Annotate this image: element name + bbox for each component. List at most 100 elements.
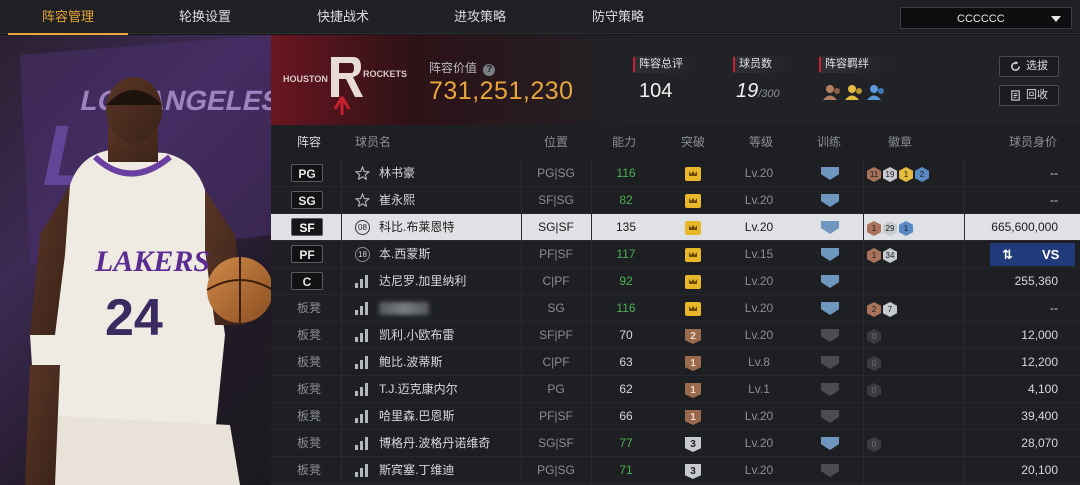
player-illustration: LOS ANGELES LAKERS LA LAKERS 24: [20, 35, 271, 485]
badge-list[interactable]: 27: [867, 301, 899, 317]
training-icon[interactable]: [821, 167, 839, 180]
signal-bars-icon: [355, 302, 369, 315]
player-name[interactable]: 崔永熙: [379, 187, 415, 214]
crown-icon: [685, 275, 701, 289]
position-slot-badge[interactable]: PF: [291, 245, 323, 263]
col-level[interactable]: 等级: [749, 125, 773, 159]
tab-offense-strategy[interactable]: 进攻策略: [420, 0, 540, 34]
player-name[interactable]: T.J.迈克康内尔: [379, 376, 458, 403]
player-name[interactable]: 本.西蒙斯: [379, 241, 430, 268]
player-level: Lv.20: [744, 463, 774, 477]
player-name[interactable]: 达尼罗.加里纳利: [379, 268, 466, 295]
col-lineup[interactable]: 阵容: [297, 125, 321, 159]
table-row[interactable]: 板凳 凯利.小欧布雷 SF|PF 70 2 Lv.20 0 12,000: [271, 322, 1080, 349]
training-icon[interactable]: [821, 275, 839, 288]
position-slot-badge[interactable]: C: [291, 272, 323, 290]
synergy-blue-icon: [867, 85, 884, 100]
player-position: SF|SG: [538, 193, 574, 207]
vs-label: VS: [1042, 247, 1060, 262]
table-row[interactable]: 板凳 博格丹.波格丹诺维奇 SG|SF 77 3 Lv.20 0 28,070: [271, 430, 1080, 457]
signal-bars-icon: [355, 329, 369, 342]
training-icon[interactable]: [821, 194, 839, 207]
crown-icon: [685, 221, 701, 235]
table-row[interactable]: PG 林书豪 PG|SG 116 Lv.20 11 19 1 2 --: [271, 160, 1080, 187]
badge-icon: 2: [915, 167, 929, 182]
badge-list[interactable]: 11 19 1 2: [867, 166, 931, 182]
help-icon[interactable]: ?: [483, 64, 496, 76]
badge-list[interactable]: 0: [867, 382, 883, 398]
player-position: PG|SG: [537, 166, 575, 180]
tab-rotation-settings[interactable]: 轮换设置: [145, 0, 265, 34]
team-summary-header: HOUSTON ROCKETS 阵容价值 ? 731,251,230 阵容总评 …: [271, 35, 1080, 125]
player-ability: 117: [616, 247, 636, 261]
table-row[interactable]: 板凳 斯宾塞.丁维迪 PG|SG 71 3 Lv.20 20,100: [271, 457, 1080, 484]
player-name[interactable]: 凯利.小欧布雷: [379, 322, 454, 349]
compare-vs-button[interactable]: ⇅ VS: [990, 243, 1075, 266]
player-position: C|PF: [542, 355, 570, 369]
player-name[interactable]: 博格丹.波格丹诺维奇: [379, 430, 490, 457]
draft-button[interactable]: 选拔: [999, 56, 1059, 77]
badge-list[interactable]: 0: [867, 436, 883, 452]
player-ability: 116: [616, 166, 636, 180]
user-select-value: CCCCCC: [957, 13, 1005, 25]
col-badges[interactable]: 徽章: [888, 125, 912, 159]
player-level: Lv.20: [744, 220, 774, 234]
badge-list[interactable]: 1 34: [867, 247, 899, 263]
table-row[interactable]: 板凳 T.J.迈克康内尔 PG 62 1 Lv.1 0 4,100: [271, 376, 1080, 403]
table-row[interactable]: PF18本.西蒙斯PF|SF117Lv.151340⇅VS: [271, 241, 1080, 268]
position-slot-badge[interactable]: SG: [291, 191, 323, 209]
table-row[interactable]: SF 08 科比.布莱恩特 SG|SF 135 Lv.20 1 29 1 665,600,000: [271, 214, 1080, 241]
bench-label: 板凳: [297, 409, 322, 423]
stat-value-player-count: 19: [736, 80, 759, 102]
tab-defense-strategy[interactable]: 防守策略: [558, 0, 678, 34]
logo-left-text: HOUSTON: [283, 74, 328, 84]
training-icon[interactable]: [821, 410, 839, 423]
recycle-button[interactable]: 回收: [999, 85, 1059, 106]
player-name[interactable]: 科比.布莱恩特: [379, 214, 454, 241]
training-icon[interactable]: [821, 329, 839, 342]
player-name-redacted: [379, 302, 429, 315]
badge-list[interactable]: 0: [867, 328, 883, 344]
col-player-name[interactable]: 球员名: [355, 125, 391, 159]
training-icon[interactable]: [821, 464, 839, 477]
table-row[interactable]: 板凳 SG 116 Lv.20 2 7 --: [271, 295, 1080, 322]
training-icon[interactable]: [821, 437, 839, 450]
badge-icon: 19: [883, 167, 897, 182]
table-row[interactable]: 板凳 鲍比.波蒂斯 C|PF 63 1 Lv.8 0 12,200: [271, 349, 1080, 376]
training-icon[interactable]: [821, 356, 839, 369]
col-position[interactable]: 位置: [544, 125, 568, 159]
col-breakthrough[interactable]: 突破: [681, 125, 705, 159]
table-row[interactable]: C 达尼罗.加里纳利 C|PF 92 Lv.20 255,360: [271, 268, 1080, 295]
position-slot-badge[interactable]: SF: [291, 218, 323, 236]
logo-right-text: ROCKETS: [363, 69, 407, 79]
training-icon[interactable]: [821, 302, 839, 315]
player-name[interactable]: 林书豪: [379, 160, 415, 187]
player-level: Lv.8: [748, 355, 770, 369]
user-select-dropdown[interactable]: CCCCCC: [900, 7, 1072, 29]
breakthrough-badge: 1: [685, 356, 701, 371]
tab-lineup-management[interactable]: 阵容管理: [8, 0, 128, 35]
crown-icon: [685, 194, 701, 208]
stat-label-synergy: 阵容羁绊: [819, 56, 895, 73]
training-icon[interactable]: [821, 383, 839, 396]
signal-bars-icon: [355, 275, 369, 288]
player-name[interactable]: 哈里森.巴恩斯: [379, 403, 454, 430]
synergy-bronze-icon: [823, 85, 840, 100]
player-name[interactable]: 鲍比.波蒂斯: [379, 349, 442, 376]
badge-list[interactable]: 1 29 1: [867, 220, 915, 236]
table-row[interactable]: SG 崔永熙 SF|SG 82 Lv.20 --: [271, 187, 1080, 214]
player-ability: 70: [619, 328, 633, 342]
training-icon[interactable]: [821, 221, 839, 234]
player-name[interactable]: 斯宾塞.丁维迪: [379, 457, 454, 484]
col-player-value[interactable]: 球员身价: [1009, 125, 1057, 159]
table-row[interactable]: 板凳 哈里森.巴恩斯 PF|SF 66 1 Lv.20 39,400: [271, 403, 1080, 430]
position-slot-badge[interactable]: PG: [291, 164, 323, 182]
badge-list[interactable]: 0: [867, 355, 883, 371]
col-ability[interactable]: 能力: [612, 125, 636, 159]
player-level: Lv.20: [744, 301, 774, 315]
tab-quick-tactics[interactable]: 快捷战术: [283, 0, 403, 34]
synergy-icons[interactable]: [822, 82, 892, 107]
badge-icon: 1: [899, 221, 913, 236]
col-training[interactable]: 训练: [817, 125, 841, 159]
training-icon[interactable]: [821, 248, 839, 261]
